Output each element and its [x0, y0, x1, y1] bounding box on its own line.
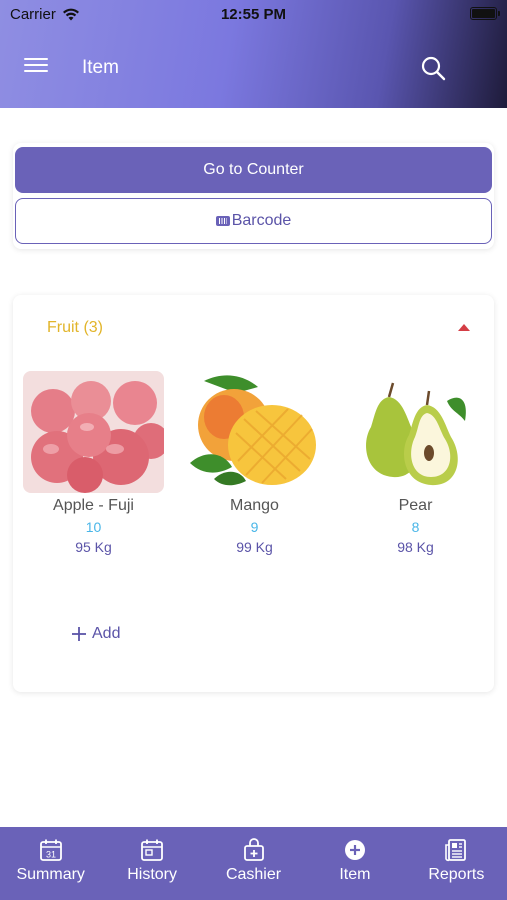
go-to-counter-label: Go to Counter	[203, 161, 304, 178]
item-stock: 10	[85, 519, 102, 535]
item-card-mango[interactable]: Mango 9 99 Kg	[184, 371, 325, 571]
page-title: Item	[82, 57, 119, 78]
add-item-button[interactable]: Add	[71, 625, 120, 643]
status-time: 12:55 PM	[220, 6, 287, 23]
cashier-icon	[243, 838, 264, 861]
plus-icon	[72, 627, 86, 641]
tab-item-label: Item	[339, 866, 371, 883]
item-price: 99 Kg	[236, 539, 273, 555]
battery-icon	[470, 7, 500, 20]
item-name: Mango	[230, 497, 279, 514]
app-header: Carrier 12:55 PM Item	[0, 0, 507, 108]
category-card: Fruit (3) Apple - Fuji 10 95 Kg Mango 9 …	[13, 295, 494, 692]
tab-reports[interactable]: Reports	[406, 827, 507, 900]
calendar-day: 31	[46, 850, 56, 860]
apple-image	[23, 371, 164, 493]
bottom-tab-bar: 31 Summary History Cashier Item Reports	[0, 827, 507, 900]
pear-image	[345, 371, 486, 493]
item-price: 98 Kg	[397, 539, 434, 555]
tab-history[interactable]: History	[101, 827, 202, 900]
action-card: Go to Counter Barcode	[13, 143, 494, 249]
tab-history-label: History	[127, 866, 177, 883]
go-to-counter-button[interactable]: Go to Counter	[15, 147, 492, 193]
collapse-triangle-icon[interactable]	[458, 324, 470, 331]
item-grid: Apple - Fuji 10 95 Kg Mango 9 99 Kg Pear…	[23, 371, 493, 571]
item-card-pear[interactable]: Pear 8 98 Kg	[345, 371, 486, 571]
status-bar: Carrier 12:55 PM	[0, 0, 507, 30]
search-icon[interactable]	[420, 55, 446, 81]
tab-summary-label: Summary	[16, 866, 85, 883]
barcode-button[interactable]: Barcode	[15, 198, 492, 244]
add-item-label: Add	[92, 625, 121, 642]
mango-image	[184, 371, 325, 493]
tab-summary[interactable]: 31 Summary	[0, 827, 101, 900]
category-title[interactable]: Fruit (3)	[47, 319, 103, 337]
item-name: Pear	[398, 497, 433, 514]
tab-cashier-label: Cashier	[225, 866, 282, 883]
tab-cashier[interactable]: Cashier	[203, 827, 304, 900]
tab-item[interactable]: Item	[304, 827, 405, 900]
menu-icon[interactable]	[24, 58, 48, 76]
item-stock: 8	[411, 519, 420, 535]
calendar-icon: 31	[39, 839, 62, 861]
barcode-icon	[215, 216, 230, 226]
reports-icon	[445, 839, 467, 862]
tab-reports-label: Reports	[428, 866, 485, 883]
barcode-label: Barcode	[231, 212, 292, 229]
history-icon	[141, 839, 164, 861]
item-name: Apple - Fuji	[53, 497, 134, 514]
item-price: 95 Kg	[75, 539, 112, 555]
item-card-apple-fuji[interactable]: Apple - Fuji 10 95 Kg	[23, 371, 164, 571]
item-stock: 9	[250, 519, 259, 535]
add-circle-icon	[344, 840, 365, 860]
